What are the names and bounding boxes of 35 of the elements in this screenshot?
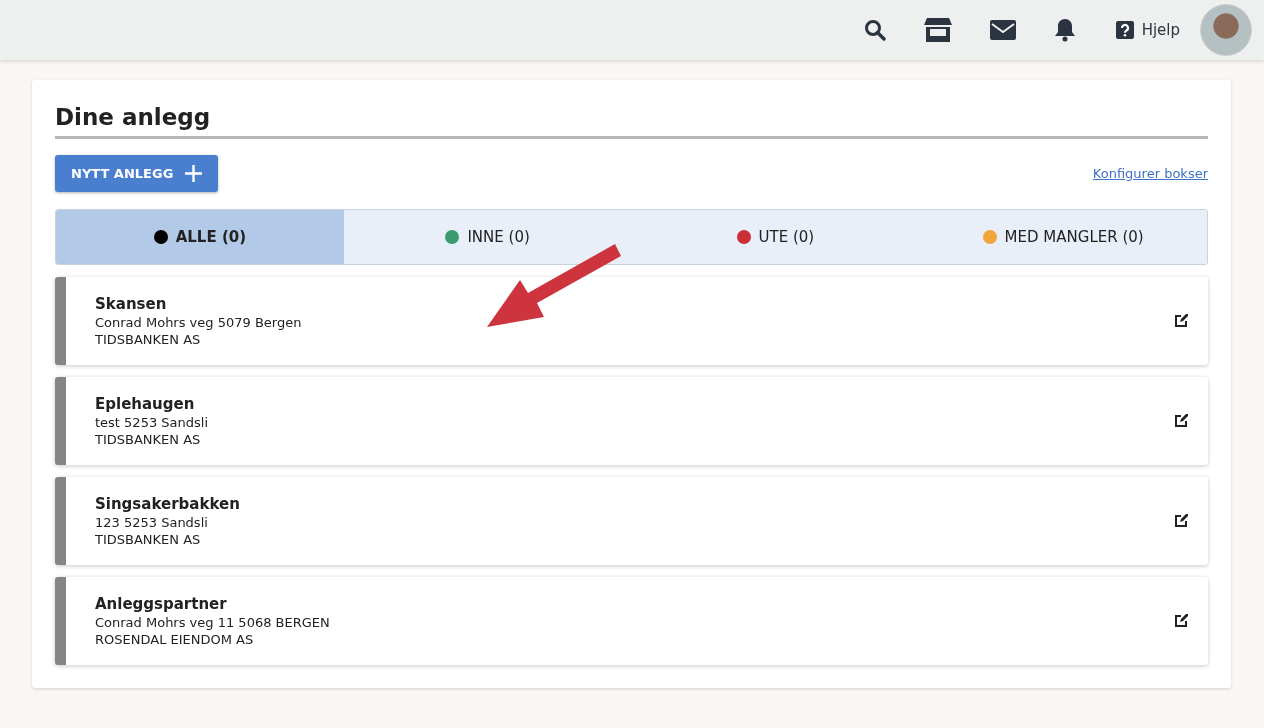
configure-link[interactable]: Konfigurer bokser — [1092, 166, 1208, 181]
facility-address: Conrad Mohrs veg 11 5068 BERGEN — [95, 615, 331, 630]
edit-icon[interactable] — [1172, 312, 1190, 330]
facility-company: ROSENDAL EIENDOM AS — [95, 632, 255, 647]
user-avatar[interactable] — [1200, 4, 1252, 56]
filter-tab[interactable]: ALLE (0) — [56, 210, 344, 264]
bell-icon[interactable] — [1053, 18, 1076, 42]
facility-card[interactable]: Singsakerbakken 123 5253 Sandsli TIDSBANKEN AS — [55, 477, 1208, 565]
facility-name: Anleggspartner — [95, 595, 228, 613]
filter-tab[interactable]: MED MANGLER (0) — [919, 210, 1207, 264]
plus-icon — [185, 165, 203, 182]
facility-address: 123 5253 Sandsli — [95, 515, 209, 530]
facility-company: TIDSBANKEN AS — [95, 532, 202, 547]
facility-address: Conrad Mohrs veg 5079 Bergen — [95, 315, 303, 330]
mail-icon[interactable] — [989, 20, 1016, 40]
facility-name: Singsakerbakken — [95, 495, 241, 513]
new-facility-button[interactable]: NYTT ANLEGG — [55, 155, 219, 192]
filter-tab[interactable]: INNE (0) — [343, 210, 632, 264]
facility-card[interactable]: Skansen Conrad Mohrs veg 5079 Bergen TIDSBANKEN AS — [55, 277, 1208, 365]
store-icon[interactable] — [923, 18, 952, 42]
page-title: Dine anlegg — [55, 104, 1208, 139]
facility-card[interactable]: Eplehaugen test 5253 Sandsli TIDSBANKEN AS — [55, 377, 1208, 465]
facility-company: TIDSBANKEN AS — [95, 432, 202, 447]
search-icon[interactable] — [863, 19, 886, 41]
question-icon — [1115, 21, 1134, 39]
help-button[interactable]: Hjelp — [1115, 21, 1180, 39]
facility-card[interactable]: Anleggspartner Conrad Mohrs veg 11 5068 BERGEN ROSENDAL EIENDOM AS — [55, 577, 1208, 665]
filter-tab[interactable]: UTE (0) — [631, 210, 920, 264]
edit-icon[interactable] — [1172, 512, 1190, 530]
facility-address: test 5253 Sandsli — [95, 415, 210, 430]
edit-icon[interactable] — [1172, 412, 1190, 430]
facility-company: TIDSBANKEN AS — [95, 332, 202, 347]
facility-name: Eplehaugen — [95, 395, 196, 413]
edit-icon[interactable] — [1172, 612, 1190, 630]
facility-name: Skansen — [95, 295, 168, 313]
